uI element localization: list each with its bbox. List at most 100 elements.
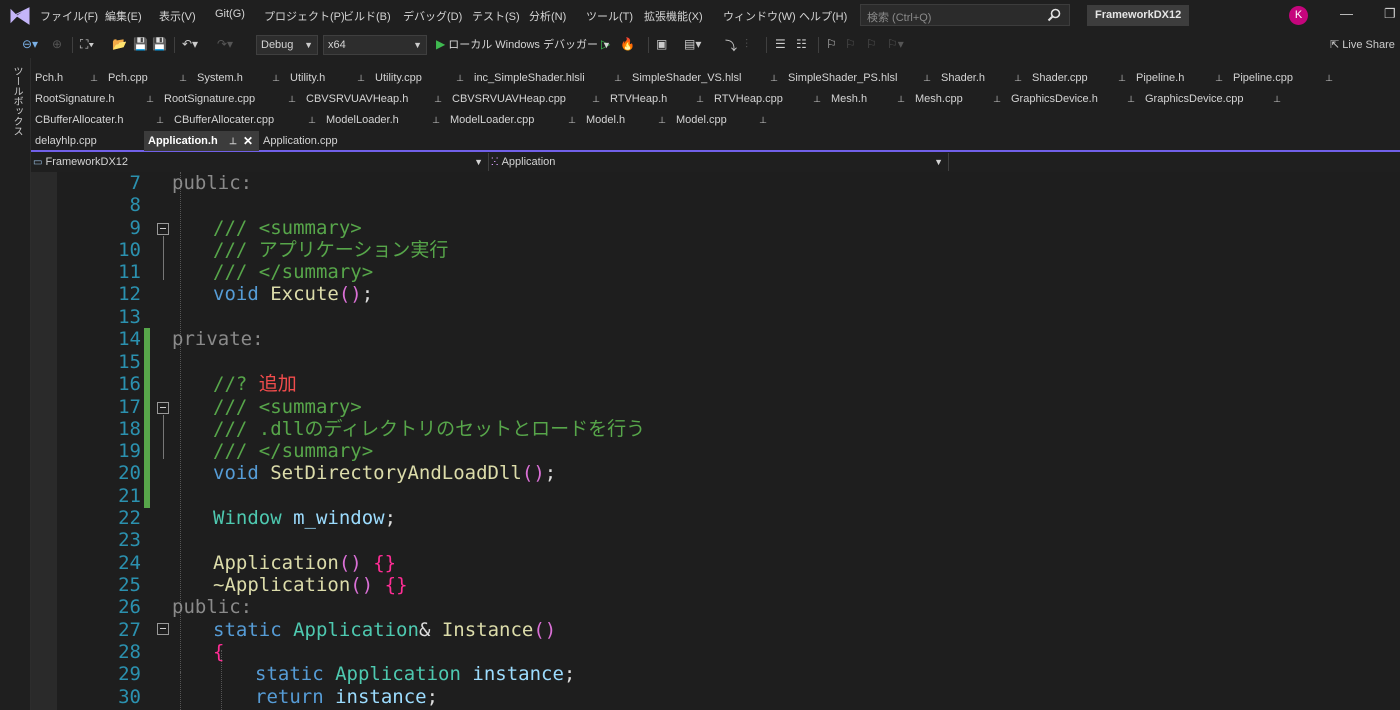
close-icon[interactable]: ✕ [243,131,253,151]
pin-icon[interactable]: ⊥ [568,110,576,130]
pin-icon[interactable]: ⊥ [357,68,365,88]
search-input[interactable]: 検索 (Ctrl+Q) [860,4,1070,26]
comment-icon[interactable]: ☰ [775,37,786,51]
forward-icon[interactable]: ⊕ [52,37,62,51]
back-icon[interactable]: ⊖▾ [22,37,38,51]
platform-select[interactable]: x64 ▼ [323,35,427,55]
bookmark-prev-icon[interactable]: ⚐ [845,37,856,51]
tab-delayhlp-cpp[interactable]: delayhlp.cpp [31,131,144,151]
pin-icon[interactable]: ⊥ [90,68,98,88]
configuration-select[interactable]: Debug ▼ [256,35,318,55]
tab-cbvsrvuavheap-cpp[interactable]: CBVSRVUAVHeap.cpp ⊥ [448,89,606,109]
open-file-icon[interactable]: 📂 [112,37,127,51]
pin-icon[interactable]: ⊥ [156,110,164,130]
tab-rtvheap-cpp[interactable]: RTVHeap.cpp ⊥ [710,89,827,109]
format-icon[interactable]: ⫶ [745,37,748,52]
pin-icon[interactable]: ⊥ [759,110,767,130]
tab-application-cpp[interactable]: Application.cpp [259,131,387,151]
tab-shader-h[interactable]: Shader.h ⊥ [937,68,1028,88]
pin-icon[interactable]: ⊥ [288,89,296,109]
menu-analyze[interactable]: 分析(N) [529,8,566,24]
pin-icon[interactable]: ⊥ [696,89,704,109]
pin-icon[interactable]: ⊥ [432,110,440,130]
bookmark-clear-icon[interactable]: ⚐▾ [887,37,904,51]
pin-icon[interactable]: ⊥ [272,68,280,88]
pin-icon[interactable]: ⊥ [1014,68,1022,88]
menu-git[interactable]: Git(G) [215,8,245,20]
visual-studio-logo-icon[interactable] [9,7,31,25]
pin-icon[interactable]: ⊥ [897,89,905,109]
tab-rootsignature-h[interactable]: RootSignature.h ⊥ [31,89,160,109]
redo-icon[interactable]: ↷▾ [217,37,233,51]
window-layout-icon[interactable]: ▤▾ [684,37,701,51]
start-debugging-button[interactable]: ▶ ローカル Windows デバッガー ▼ [436,36,611,52]
pin-icon[interactable]: ⊥ [179,68,187,88]
tab-mesh-h[interactable]: Mesh.h ⊥ [827,89,911,109]
tab-modelloader-h[interactable]: ModelLoader.h ⊥ [322,110,446,130]
bookmark-icon[interactable]: ⚐ [826,37,837,51]
bookmark-next-icon[interactable]: ⚐ [866,37,877,51]
undo-icon[interactable]: ↶▾ [182,37,198,51]
tab-cbvsrvuavheap-h[interactable]: CBVSRVUAVHeap.h ⊥ [302,89,448,109]
tab-rtvheap-h[interactable]: RTVHeap.h ⊥ [606,89,710,109]
pin-icon[interactable]: ⊥ [1118,68,1126,88]
menu-file[interactable]: ファイル(F) [40,8,98,24]
pin-icon[interactable]: ⊥ [229,131,237,151]
menu-project[interactable]: プロジェクト(P) [264,8,345,24]
project-dropdown[interactable]: ▭ FrameworkDX12 ▼ [33,153,489,171]
minimize-icon[interactable]: — [1340,6,1353,21]
member-dropdown[interactable] [951,153,1400,171]
pin-icon[interactable]: ⊥ [993,89,1001,109]
scope-dropdown[interactable]: ⵘ Application ▼ [491,153,949,171]
menu-view[interactable]: 表示(V) [159,8,196,24]
tab-graphicsdevice-cpp[interactable]: GraphicsDevice.cpp ⊥ [1141,89,1287,109]
pin-icon[interactable]: ⊥ [456,68,464,88]
pin-icon[interactable]: ⊥ [614,68,622,88]
code-editor[interactable]: 7 public: 8 9 /// <summary> 10 /// アプリケーション… [31,172,1400,710]
pin-icon[interactable]: ⊥ [1325,68,1333,88]
uncomment-icon[interactable]: ☷ [796,37,807,51]
save-icon[interactable]: 💾 [133,37,148,51]
tab-modelloader-cpp[interactable]: ModelLoader.cpp ⊥ [446,110,582,130]
restore-icon[interactable]: ❐ [1384,6,1396,22]
tab-utility-cpp[interactable]: Utility.cpp ⊥ [371,68,470,88]
menu-test[interactable]: テスト(S) [472,8,520,24]
pin-icon[interactable]: ⊥ [1127,89,1135,109]
tab-pch-cpp[interactable]: Pch.cpp ⊥ [104,68,193,88]
pin-icon[interactable]: ⊥ [923,68,931,88]
pin-icon[interactable]: ⊥ [658,110,666,130]
menu-extensions[interactable]: 拡張機能(X) [644,8,703,24]
tab-rootsignature-cpp[interactable]: RootSignature.cpp ⊥ [160,89,302,109]
menu-tools[interactable]: ツール(T) [586,8,633,24]
pin-icon[interactable]: ⊥ [1215,68,1223,88]
toolbox-sidebar[interactable]: ツールボックス [0,58,31,710]
tab-shader-cpp[interactable]: Shader.cpp ⊥ [1028,68,1132,88]
menu-build[interactable]: ビルド(B) [343,8,391,24]
tab-simpleshader-vs-hlsl[interactable]: SimpleShader_VS.hlsl ⊥ [628,68,784,88]
step-icon[interactable]: ⤵ [725,37,737,54]
tab-pipeline-cpp[interactable]: Pipeline.cpp ⊥ [1229,68,1339,88]
pin-icon[interactable]: ⊥ [592,89,600,109]
tab-graphicsdevice-h[interactable]: GraphicsDevice.h ⊥ [1007,89,1141,109]
hot-reload-icon[interactable]: 🔥 [620,37,635,51]
tab-model-h[interactable]: Model.h ⊥ [582,110,672,130]
avatar[interactable]: K [1289,6,1308,25]
menu-window[interactable]: ウィンドウ(W) [723,8,796,24]
pin-icon[interactable]: ⊥ [434,89,442,109]
tab-mesh-cpp[interactable]: Mesh.cpp ⊥ [911,89,1007,109]
tab-inc-simpleshader-hlsli[interactable]: inc_SimpleShader.hlsli ⊥ [470,68,628,88]
pin-icon[interactable]: ⊥ [813,89,821,109]
tab-utility-h[interactable]: Utility.h ⊥ [286,68,371,88]
menu-debug[interactable]: デバッグ(D) [403,8,462,24]
tab-cbufferallocater-h[interactable]: CBufferAllocater.h ⊥ [31,110,170,130]
tab-simpleshader-ps-hlsl[interactable]: SimpleShader_PS.hlsl ⊥ [784,68,937,88]
tab-pipeline-h[interactable]: Pipeline.h ⊥ [1132,68,1229,88]
tab-pch-h[interactable]: Pch.h ⊥ [31,68,104,88]
save-all-icon[interactable]: 💾 [152,37,167,51]
menu-help[interactable]: ヘルプ(H) [799,8,847,24]
tab-model-cpp[interactable]: Model.cpp ⊥ [672,110,773,130]
menu-edit[interactable]: 編集(E) [105,8,142,24]
pin-icon[interactable]: ⊥ [770,68,778,88]
tab-application-h[interactable]: Application.h ⊥ ✕ [144,131,259,151]
live-share-button[interactable]: ⇱ Live Share [1330,38,1395,51]
